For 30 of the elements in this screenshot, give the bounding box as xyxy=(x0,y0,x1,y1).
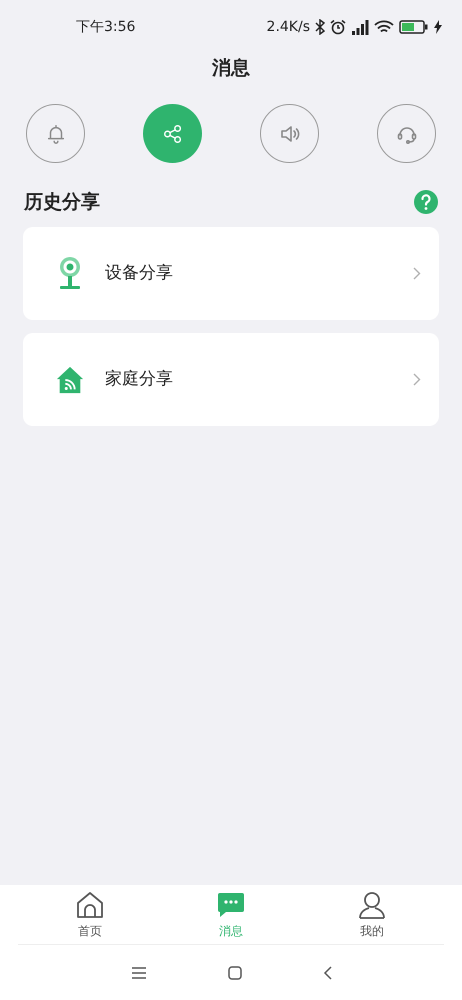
share-label: 家庭分享 xyxy=(105,368,174,391)
chat-icon xyxy=(216,891,246,919)
chevron-right-icon xyxy=(413,267,421,280)
section-title: 历史分享 xyxy=(24,190,100,215)
person-icon xyxy=(357,891,387,919)
status-time: 下午3:56 xyxy=(76,18,136,36)
share-label: 设备分享 xyxy=(105,262,174,285)
wifi-icon xyxy=(374,20,394,34)
share-card[interactable]: 家庭分享 xyxy=(23,333,439,426)
network-speed: 2.4K/s xyxy=(266,18,310,36)
category-button[interactable] xyxy=(377,104,436,163)
share-card[interactable]: 设备分享 xyxy=(23,227,439,320)
battery-icon xyxy=(399,20,429,34)
tab-button[interactable]: 首页 xyxy=(60,891,120,940)
menu-icon[interactable] xyxy=(130,966,146,978)
back-icon[interactable] xyxy=(322,966,332,980)
home-icon xyxy=(75,891,105,919)
tab-button[interactable]: 我的 xyxy=(342,891,402,940)
home-square-icon[interactable] xyxy=(228,966,242,980)
chevron-right-icon xyxy=(413,373,421,386)
category-button[interactable] xyxy=(26,104,85,163)
bluetooth-icon xyxy=(315,19,325,35)
alarm-icon xyxy=(330,19,346,35)
page-title: 消息 xyxy=(212,56,250,81)
share-icon xyxy=(162,122,184,144)
camera-icon xyxy=(57,256,83,292)
category-button[interactable] xyxy=(260,104,319,163)
help-icon[interactable] xyxy=(414,190,438,214)
charging-icon xyxy=(434,20,442,34)
signal-icon xyxy=(351,20,369,34)
